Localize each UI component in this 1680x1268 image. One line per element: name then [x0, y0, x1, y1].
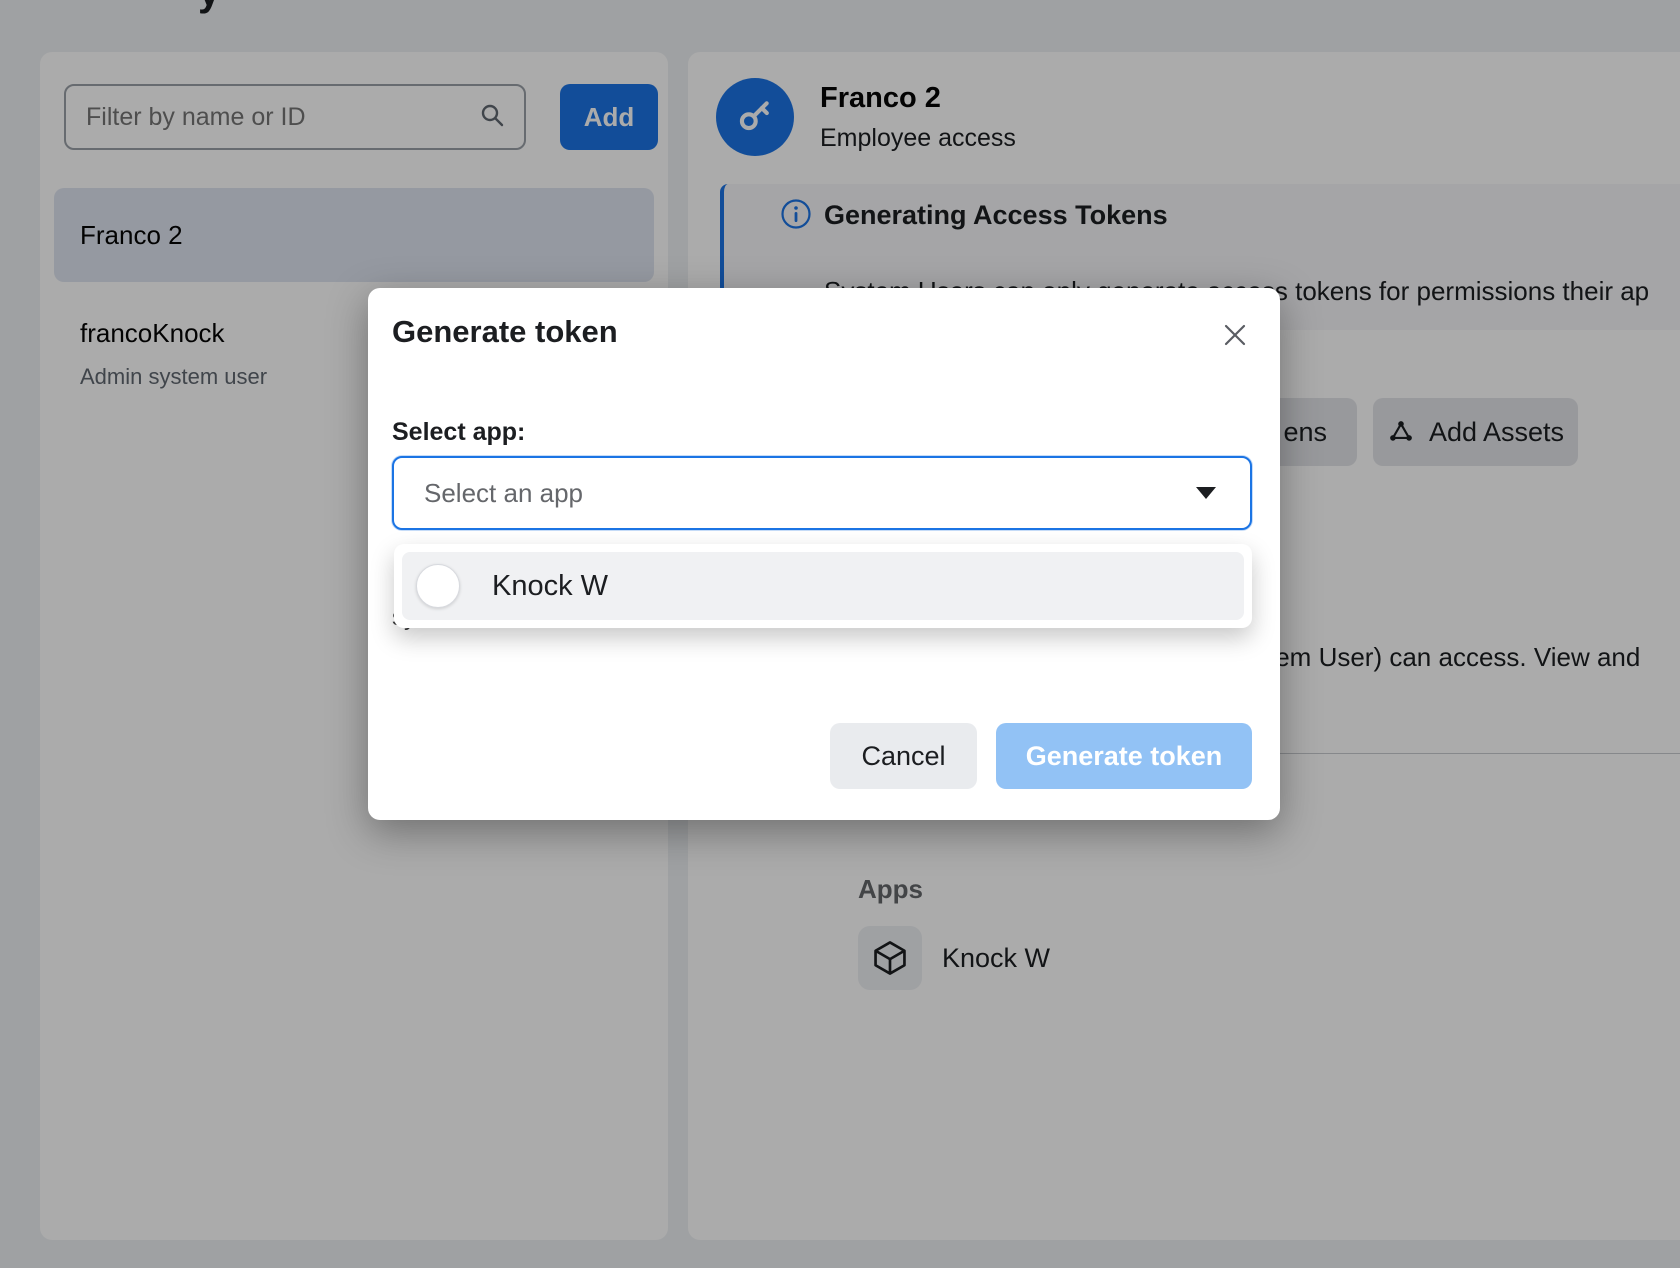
generate-token-dialog: Generate token Select app: system user F… [368, 288, 1280, 820]
app-options-panel: Knock W [394, 544, 1252, 628]
caret-down-icon [1196, 487, 1216, 499]
select-app-label: Select app: [392, 418, 525, 447]
app-option-label: Knock W [492, 570, 608, 603]
dialog-title: Generate token [392, 314, 618, 350]
page: y Add Franco 2 francoKnock Admin system … [0, 0, 1680, 1268]
app-option-knock-w[interactable]: Knock W [402, 552, 1244, 620]
close-icon[interactable] [1218, 318, 1252, 352]
app-select-dropdown[interactable]: Select an app [392, 456, 1252, 530]
cancel-button[interactable]: Cancel [830, 723, 977, 789]
generate-token-button[interactable]: Generate token [996, 723, 1252, 789]
app-select-placeholder: Select an app [394, 478, 1196, 509]
radio-circle-icon[interactable] [416, 564, 460, 608]
